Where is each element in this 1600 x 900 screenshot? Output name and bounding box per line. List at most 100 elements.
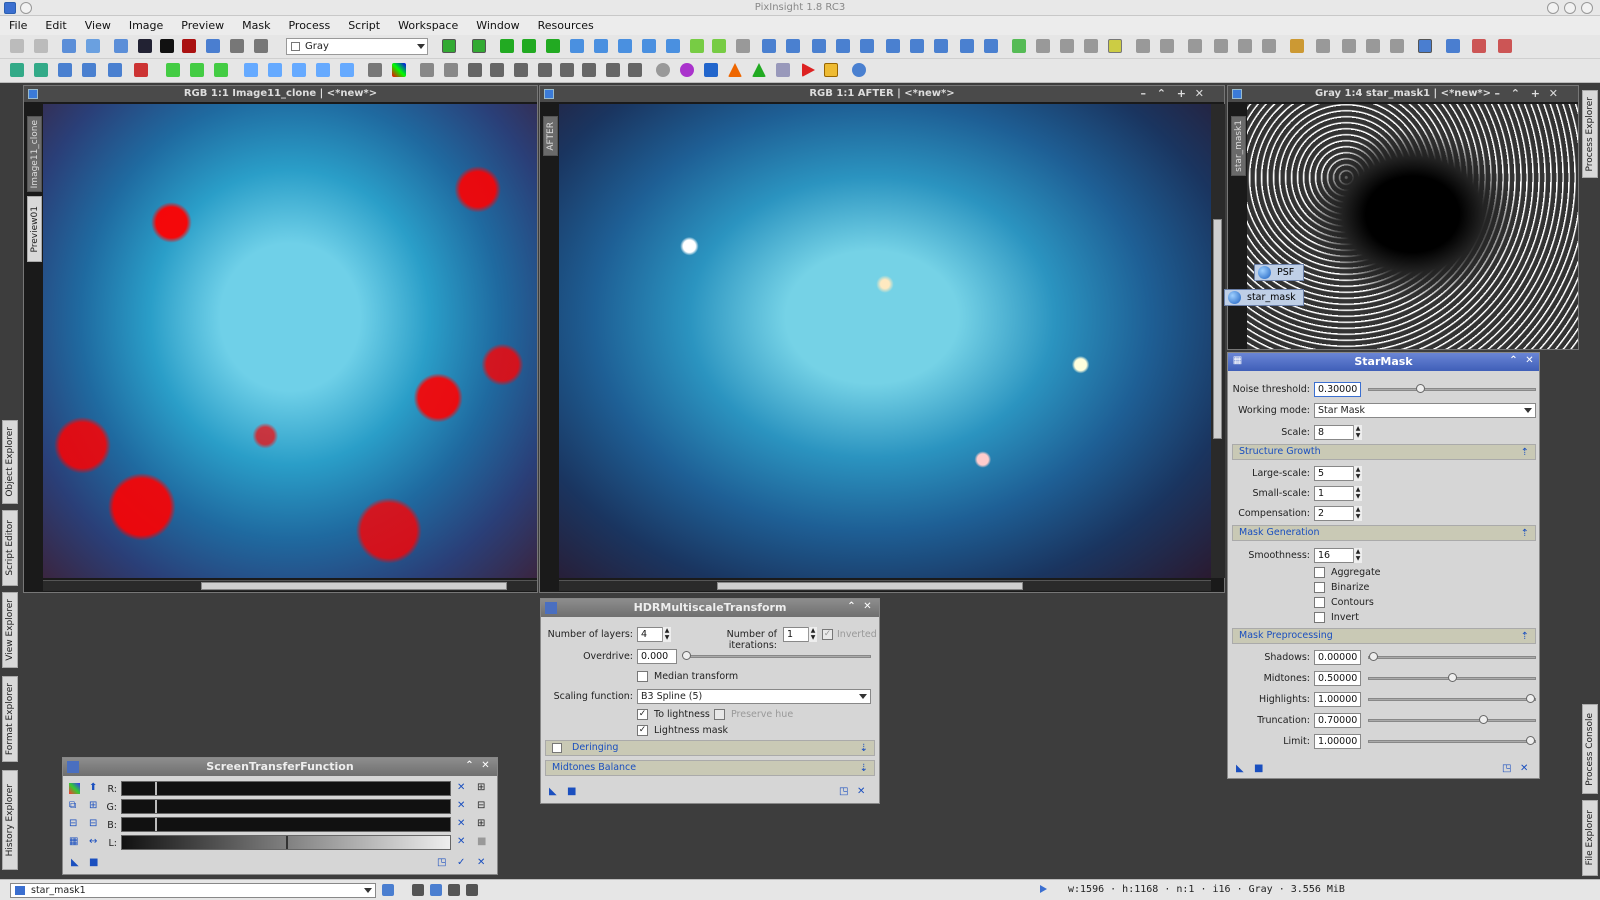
open-icon[interactable] bbox=[86, 39, 100, 53]
tab-format-explorer[interactable]: Format Explorer bbox=[2, 676, 18, 762]
vertical-scrollbar[interactable] bbox=[1211, 104, 1225, 578]
menu-view[interactable]: View bbox=[76, 19, 120, 32]
shade-icon[interactable]: ⌃ bbox=[1157, 88, 1166, 99]
truncation-slider[interactable] bbox=[1368, 715, 1536, 724]
iterations-spinner[interactable]: ▲ ▼ bbox=[808, 627, 817, 642]
truncation-input[interactable]: 0.70000 bbox=[1314, 713, 1361, 728]
tab-view-explorer[interactable]: View Explorer bbox=[2, 592, 18, 668]
align-icon[interactable] bbox=[1366, 39, 1380, 53]
reset-stf-icon[interactable] bbox=[1160, 39, 1174, 53]
sphere-icon[interactable] bbox=[680, 63, 694, 77]
rgb-icon[interactable] bbox=[134, 63, 148, 77]
overdrive-slider[interactable] bbox=[682, 651, 871, 660]
icon-group-icon[interactable] bbox=[1238, 39, 1252, 53]
cube-icon[interactable] bbox=[704, 63, 718, 77]
shadows-input[interactable]: 0.00000 bbox=[1314, 650, 1361, 665]
large-scale-spinner[interactable]: ▲ ▼ bbox=[1353, 466, 1362, 481]
view-tab-clone[interactable]: Image11_clone bbox=[27, 116, 42, 192]
plus-g-icon[interactable]: ⊟ bbox=[477, 801, 488, 812]
color-icon[interactable] bbox=[392, 63, 406, 77]
panel-header[interactable]: HDRMultiscaleTransform ⌃ ✕ bbox=[541, 599, 879, 617]
smoothness-spinner[interactable]: ▲ ▼ bbox=[1353, 548, 1362, 563]
minimize-icon[interactable]: – bbox=[1141, 88, 1147, 99]
menu-process[interactable]: Process bbox=[279, 19, 339, 32]
apply-icon[interactable]: ◳ bbox=[437, 858, 448, 869]
tab-process-explorer[interactable]: Process Explorer bbox=[1582, 90, 1598, 178]
move-icon[interactable]: ↔ bbox=[89, 837, 100, 848]
copy-green-icon[interactable] bbox=[166, 63, 180, 77]
mask-preprocessing-section[interactable]: Mask Preprocessing ⇡ bbox=[1232, 628, 1536, 644]
color-space-select[interactable]: Gray bbox=[286, 38, 428, 55]
track-view-icon[interactable] bbox=[1108, 39, 1122, 53]
new-instance-icon[interactable]: ◣ bbox=[1236, 764, 1247, 775]
zoom-plus-icon[interactable]: ⊞ bbox=[89, 801, 100, 812]
rotate-right-icon[interactable] bbox=[268, 63, 282, 77]
zoom-out-window-icon[interactable] bbox=[522, 39, 536, 53]
pan-icon[interactable] bbox=[594, 39, 608, 53]
zoom-fit-icon[interactable] bbox=[836, 39, 850, 53]
window-header[interactable]: Gray 1:4 star_mask1 | <*new*> – ⌃ + ✕ bbox=[1228, 86, 1578, 102]
edit-icon[interactable]: ⊟ bbox=[69, 819, 80, 830]
midtones-slider[interactable] bbox=[1368, 673, 1536, 682]
mode-2-icon[interactable] bbox=[430, 884, 442, 896]
median-transform-checkbox[interactable] bbox=[637, 671, 648, 682]
swatch2-icon[interactable] bbox=[490, 63, 504, 77]
highlights-input[interactable]: 1.00000 bbox=[1314, 692, 1361, 707]
enable-mask-icon[interactable] bbox=[230, 39, 244, 53]
window-header[interactable]: RGB 1:1 Image11_clone | <*new*> bbox=[24, 86, 537, 102]
r-channel-slider[interactable] bbox=[121, 781, 451, 796]
contours-checkbox[interactable] bbox=[1314, 597, 1325, 608]
scaling-function-select[interactable]: B3 Spline (5) bbox=[637, 689, 871, 704]
swatch8-icon[interactable] bbox=[628, 63, 642, 77]
check-icon[interactable]: ✓ bbox=[457, 858, 468, 869]
maximize-icon[interactable]: + bbox=[1177, 88, 1186, 99]
reset-r-icon[interactable]: ✕ bbox=[457, 783, 468, 794]
inverted-checkbox[interactable]: ✓ bbox=[822, 629, 833, 640]
star2-icon[interactable] bbox=[34, 63, 48, 77]
zoom-minus-icon[interactable]: ⊟ bbox=[89, 819, 100, 830]
image-window-mask[interactable]: Gray 1:4 star_mask1 | <*new*> – ⌃ + ✕ st… bbox=[1227, 85, 1579, 350]
apply-global-icon[interactable]: ■ bbox=[1254, 764, 1265, 775]
curves-icon[interactable] bbox=[1342, 39, 1356, 53]
duplicate-icon[interactable] bbox=[138, 39, 152, 53]
horizontal-scrollbar[interactable] bbox=[43, 580, 537, 591]
channel-rgb-icon[interactable] bbox=[1060, 39, 1074, 53]
view-select[interactable]: star_mask1 bbox=[10, 883, 376, 898]
deringing-checkbox[interactable] bbox=[552, 743, 562, 753]
fit-window-icon[interactable] bbox=[546, 39, 560, 53]
history-icon[interactable] bbox=[1188, 39, 1202, 53]
tab-history-explorer[interactable]: History Explorer bbox=[2, 770, 18, 870]
b-channel-slider[interactable] bbox=[121, 817, 451, 832]
invert-checkbox[interactable] bbox=[1314, 612, 1325, 623]
script-icon[interactable] bbox=[776, 63, 790, 77]
menu-workspace[interactable]: Workspace bbox=[389, 19, 467, 32]
reset-icon[interactable]: ✕ bbox=[1520, 764, 1531, 775]
star-icon[interactable] bbox=[10, 63, 24, 77]
tab-script-editor[interactable]: Script Editor bbox=[2, 510, 18, 586]
triangle-icon[interactable] bbox=[728, 63, 742, 77]
zoom-out-icon[interactable] bbox=[786, 39, 800, 53]
image-canvas-clone[interactable] bbox=[43, 104, 537, 578]
layers-spinner[interactable]: ▲ ▼ bbox=[662, 627, 671, 642]
menu-file[interactable]: File bbox=[0, 19, 36, 32]
preserve-hue-checkbox[interactable] bbox=[714, 709, 725, 720]
mode-4-icon[interactable] bbox=[466, 884, 478, 896]
menu-mask[interactable]: Mask bbox=[233, 19, 279, 32]
new-instance-icon[interactable]: ◣ bbox=[71, 858, 82, 869]
channel-icon[interactable] bbox=[1036, 39, 1050, 53]
panel-header[interactable]: ScreenTransferFunction ⌃ ✕ bbox=[63, 758, 497, 776]
close-icon[interactable]: ✕ bbox=[480, 761, 491, 772]
play-icon[interactable] bbox=[1040, 885, 1047, 893]
redo-icon[interactable] bbox=[34, 39, 48, 53]
preview-select-icon[interactable] bbox=[472, 39, 486, 53]
horizontal-scrollbar[interactable] bbox=[559, 580, 1211, 591]
small-scale-spinner[interactable]: ▲ ▼ bbox=[1353, 486, 1362, 501]
maximize-icon[interactable]: + bbox=[1531, 88, 1540, 99]
zoom-1-1-icon[interactable] bbox=[812, 39, 826, 53]
channel-lum-icon[interactable] bbox=[1084, 39, 1098, 53]
s-script-icon[interactable] bbox=[824, 63, 838, 77]
rotate-180-icon[interactable] bbox=[292, 63, 306, 77]
table-icon[interactable] bbox=[82, 63, 96, 77]
preview-tab[interactable]: Preview01 bbox=[27, 196, 42, 262]
working-mode-select[interactable]: Star Mask bbox=[1314, 403, 1536, 418]
